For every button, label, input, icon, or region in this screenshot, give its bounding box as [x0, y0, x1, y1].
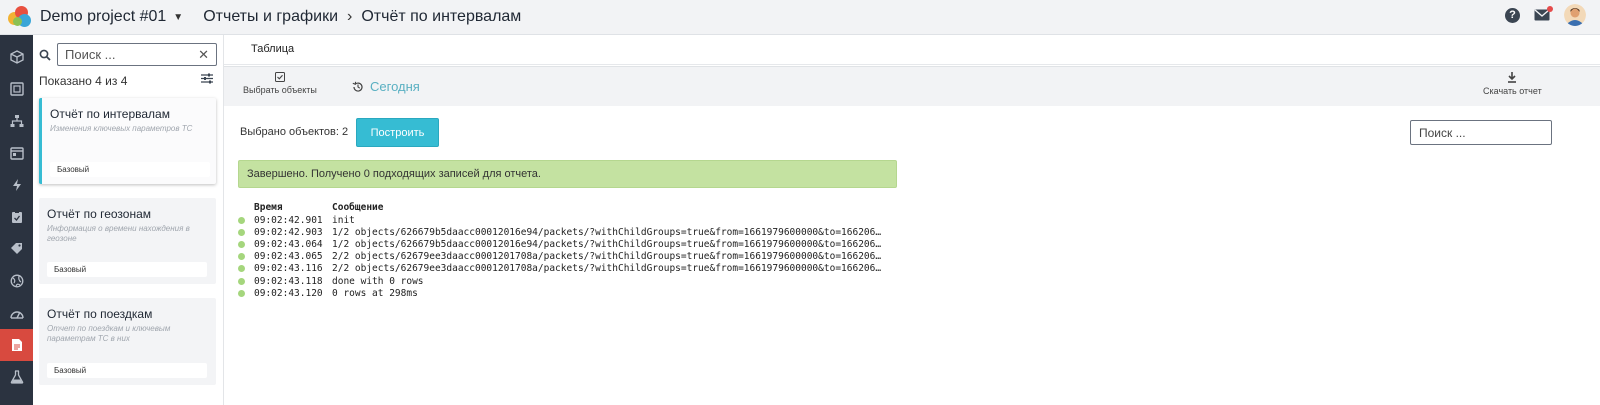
period-label: Сегодня: [370, 79, 420, 94]
breadcrumb-current: Отчёт по интервалам: [361, 8, 522, 25]
breadcrumb: Отчеты и графики › Отчёт по интервалам: [203, 8, 521, 26]
status-alert: Завершено. Получено 0 подходящих записей…: [238, 160, 897, 188]
report-badge: Базовый: [47, 363, 207, 378]
status-dot: [238, 253, 245, 261]
shown-count: Показано 4 из 4: [39, 74, 128, 88]
report-description: Изменения ключевых параметров ТС: [50, 124, 193, 133]
report-badge: Базовый: [50, 162, 210, 177]
report-card-geozones[interactable]: Отчёт по геозонам Информация о времени н…: [39, 198, 216, 284]
log-row: 09:02:42.901 init: [238, 214, 892, 226]
clear-search-icon[interactable]: ✕: [198, 47, 209, 63]
mail-icon[interactable]: [1534, 6, 1553, 21]
report-title: Отчёт по интервалам: [50, 107, 170, 121]
log-message: 1/2 objects/626679b5daacc00012016e94/pac…: [332, 226, 882, 238]
flask-icon[interactable]: [0, 361, 33, 393]
report-toolbar: Выбрать объекты Сегодня Скачать отчет: [224, 66, 1600, 106]
clipboard-icon[interactable]: [0, 201, 33, 233]
status-dot: [238, 240, 245, 248]
status-dot: [238, 228, 245, 236]
report-title: Отчёт по геозонам: [47, 207, 152, 221]
log-row: 09:02:43.065 2/2 objects/62679ee3daacc000…: [238, 251, 892, 263]
search-icon: [39, 49, 51, 61]
reports-search-input[interactable]: [57, 43, 217, 66]
log-row: 09:02:43.116 2/2 objects/62679ee3daacc000…: [238, 263, 892, 275]
log-message: 1/2 objects/626679b5daacc00012016e94/pac…: [332, 238, 882, 250]
log-header: Время Сообщение: [238, 202, 892, 214]
app-logo[interactable]: [5, 3, 33, 31]
log-time: 09:02:43.120: [254, 287, 323, 299]
gauge-icon[interactable]: [0, 297, 33, 329]
log-message: done with 0 rows: [332, 275, 424, 287]
notification-dot: [1547, 6, 1553, 12]
log-message: init: [332, 214, 355, 226]
project-selector[interactable]: Demo project #01 ▼: [40, 8, 183, 26]
log-time: 09:02:43.118: [254, 275, 323, 287]
report-title: Отчёт по поездкам: [47, 307, 153, 321]
report-card-intervals[interactable]: Отчёт по интервалам Изменения ключевых п…: [39, 98, 216, 184]
download-report-button[interactable]: Скачать отчет: [1483, 72, 1542, 96]
report-log: Время Сообщение 09:02:42.901 init 09:02:4…: [238, 202, 892, 299]
log-time: 09:02:43.116: [254, 263, 323, 275]
breadcrumb-reports[interactable]: Отчеты и графики: [203, 8, 338, 26]
bolt-icon[interactable]: [0, 169, 33, 201]
report-card-trips[interactable]: Отчёт по поездкам Отчет по поездкам и кл…: [39, 298, 216, 385]
log-col-message: Сообщение: [332, 202, 384, 213]
status-dot: [238, 216, 245, 224]
download-icon: [1508, 72, 1517, 83]
hierarchy-icon[interactable]: [0, 105, 33, 137]
status-dot: [238, 265, 245, 273]
tag-icon[interactable]: [0, 233, 33, 265]
chevron-right-icon: ›: [347, 8, 353, 25]
help-icon[interactable]: ?: [1505, 7, 1520, 23]
reports-list-pane: ✕ Показано 4 из 4 Отчёт по интервалам Из…: [33, 35, 224, 405]
log-message: 0 rows at 298ms: [332, 287, 418, 299]
select-objects-label: Выбрать объекты: [243, 85, 317, 95]
log-row: 09:02:43.118 done with 0 rows: [238, 275, 892, 287]
period-selector[interactable]: Сегодня: [352, 79, 420, 94]
report-description: Информация о времени нахождения в геозон…: [47, 224, 190, 243]
log-message: 2/2 objects/62679ee3daacc0001201708a/pac…: [332, 251, 882, 263]
filter-settings-icon[interactable]: [201, 73, 213, 84]
log-row: 09:02:42.903 1/2 objects/626679b5daacc000…: [238, 226, 892, 238]
log-row: 09:02:43.064 1/2 objects/626679b5daacc000…: [238, 238, 892, 250]
log-col-time: Время: [254, 202, 283, 213]
top-bar: Demo project #01 ▼ Отчеты и графики › От…: [0, 0, 1600, 35]
report-badge: Базовый: [47, 262, 207, 277]
tab-table[interactable]: Таблица: [251, 43, 294, 55]
selected-objects-count: Выбрано объектов: 2: [240, 126, 349, 138]
download-label: Скачать отчет: [1483, 86, 1542, 96]
report-description: Отчет по поездкам и ключевым параметрам …: [47, 324, 171, 343]
project-name: Demo project #01: [40, 8, 167, 25]
status-dot: [238, 289, 245, 297]
log-row: 09:02:43.120 0 rows at 298ms: [238, 287, 892, 299]
build-report-button[interactable]: Построить: [356, 118, 439, 147]
select-objects-button[interactable]: Выбрать объекты: [243, 72, 317, 95]
log-message: 2/2 objects/62679ee3daacc0001201708a/pac…: [332, 263, 882, 275]
icon-sidebar: [0, 35, 33, 405]
checkbox-icon: [274, 72, 285, 82]
square-icon[interactable]: [0, 73, 33, 105]
log-time: 09:02:43.064: [254, 238, 323, 250]
log-time: 09:02:42.903: [254, 226, 323, 238]
globe-icon[interactable]: [0, 265, 33, 297]
tab-bar: Таблица: [224, 35, 1600, 65]
history-icon: [352, 81, 363, 92]
log-time: 09:02:42.901: [254, 214, 323, 226]
report-icon[interactable]: [0, 329, 33, 361]
caret-down-icon: ▼: [173, 11, 184, 23]
log-time: 09:02:43.065: [254, 251, 323, 263]
calendar-icon[interactable]: [0, 137, 33, 169]
results-search-input[interactable]: [1410, 120, 1552, 145]
main-content: Таблица Выбрать объекты Сегодня Скачать …: [224, 35, 1600, 405]
cube-icon[interactable]: [0, 41, 33, 73]
user-avatar[interactable]: [1564, 4, 1586, 26]
status-dot: [238, 277, 245, 285]
